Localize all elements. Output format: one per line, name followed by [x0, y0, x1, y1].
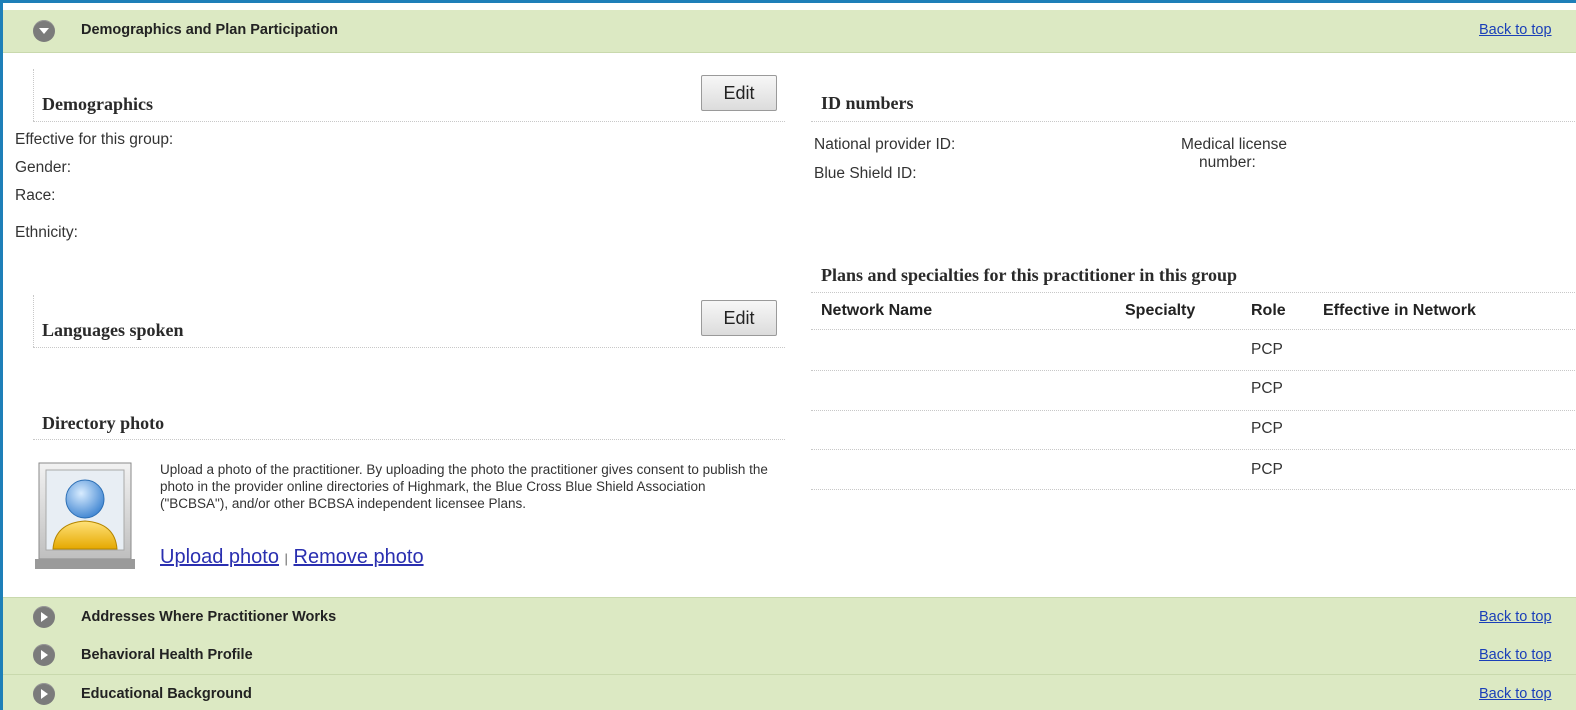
- section-title: Educational Background: [81, 686, 252, 702]
- role-cell: PCP: [1251, 380, 1283, 397]
- divider: [811, 292, 1576, 293]
- ethnicity-label: Ethnicity:: [15, 224, 78, 241]
- divider: [811, 329, 1576, 330]
- divider: [811, 121, 1576, 122]
- expand-toggle-icon[interactable]: [33, 606, 55, 628]
- section-title: Demographics and Plan Participation: [81, 22, 339, 38]
- divider: [33, 69, 34, 121]
- col-specialty: Specialty: [1125, 302, 1196, 319]
- demographics-edit-button[interactable]: Edit: [701, 75, 777, 111]
- back-to-top-link[interactable]: Back to top: [1479, 686, 1552, 702]
- languages-edit-button[interactable]: Edit: [701, 300, 777, 336]
- gender-label: Gender:: [15, 159, 72, 176]
- back-to-top-link[interactable]: Back to top: [1479, 647, 1552, 663]
- collapse-toggle-icon[interactable]: [33, 20, 55, 42]
- divider: [33, 295, 34, 347]
- medical-license-label-cont: number:: [1199, 154, 1256, 171]
- link-separator: |: [284, 551, 288, 566]
- section-bar-demographics[interactable]: Demographics and Plan Participation Back…: [3, 10, 1576, 53]
- user-avatar-icon: [35, 461, 135, 571]
- photo-actions: Upload photo | Remove photo: [160, 546, 424, 569]
- effective-label: Effective for this group:: [15, 131, 174, 148]
- upload-photo-link[interactable]: Upload photo: [160, 546, 279, 568]
- col-role: Role: [1251, 302, 1286, 319]
- col-effective: Effective in Network: [1323, 302, 1476, 319]
- expand-toggle-icon[interactable]: [33, 644, 55, 666]
- section-bar-behavioral[interactable]: Behavioral Health Profile Back to top: [3, 636, 1576, 675]
- medical-license-label: Medical license: [1181, 136, 1287, 153]
- npi-label: National provider ID:: [814, 136, 956, 153]
- divider: [811, 449, 1576, 450]
- section-bar-addresses[interactable]: Addresses Where Practitioner Works Back …: [3, 597, 1576, 637]
- id-numbers-heading: ID numbers: [821, 93, 914, 113]
- directory-photo-description: Upload a photo of the practitioner. By u…: [160, 462, 768, 511]
- role-cell: PCP: [1251, 461, 1283, 478]
- directory-photo-heading: Directory photo: [42, 413, 165, 433]
- expand-toggle-icon[interactable]: [33, 683, 55, 705]
- race-label: Race:: [15, 187, 56, 204]
- demographics-heading: Demographics: [42, 94, 153, 114]
- section-title: Addresses Where Practitioner Works: [81, 609, 337, 625]
- back-to-top-link[interactable]: Back to top: [1479, 22, 1552, 38]
- divider: [33, 439, 785, 440]
- remove-photo-link[interactable]: Remove photo: [294, 546, 424, 568]
- section-bar-education[interactable]: Educational Background Back to top: [3, 675, 1576, 710]
- divider: [811, 370, 1576, 371]
- plans-heading: Plans and specialties for this practitio…: [821, 265, 1238, 285]
- col-network-name: Network Name: [821, 302, 933, 319]
- role-cell: PCP: [1251, 420, 1283, 437]
- back-to-top-link[interactable]: Back to top: [1479, 609, 1552, 625]
- section-title: Behavioral Health Profile: [81, 647, 253, 663]
- divider: [811, 489, 1576, 490]
- role-cell: PCP: [1251, 341, 1283, 358]
- divider: [33, 121, 785, 122]
- languages-heading: Languages spoken: [42, 320, 184, 340]
- divider: [811, 410, 1576, 411]
- blue-shield-id-label: Blue Shield ID:: [814, 165, 917, 182]
- divider: [33, 347, 785, 348]
- page-frame: Demographics and Plan Participation Back…: [0, 0, 1576, 710]
